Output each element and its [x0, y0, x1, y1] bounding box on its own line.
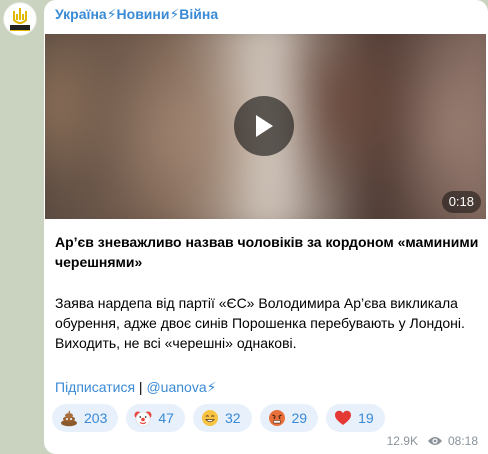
post-footer: Підписатися | @uanova⚡: [55, 377, 480, 397]
angry-face-icon: [268, 410, 285, 426]
reaction-poo[interactable]: 203: [52, 404, 119, 432]
reaction-grin[interactable]: 32: [192, 404, 252, 432]
channel-avatar[interactable]: [3, 2, 37, 36]
poo-icon: [61, 410, 77, 427]
channel-name[interactable]: Україна⚡Новини⚡Війна: [55, 6, 218, 23]
view-count: 12.9K: [386, 434, 418, 448]
reaction-count: 47: [158, 410, 174, 426]
reaction-count: 32: [224, 410, 241, 426]
channel-handle-link[interactable]: @uanova⚡: [146, 379, 216, 395]
eye-icon: [427, 437, 442, 445]
post-headline: Ар’єв зневажливо назвав чоловіків за кор…: [55, 234, 479, 270]
video-preview[interactable]: 0:18: [45, 34, 486, 219]
message-meta: 12.9K 08:18: [387, 434, 478, 448]
message-bubble: Україна⚡Новини⚡Війна 0:18 Ар’єв зневажли…: [44, 0, 488, 454]
reaction-angry[interactable]: 29: [259, 404, 319, 432]
reactions-bar: 203 47 32 29 19: [52, 404, 385, 432]
post-body: Заява нардепа від партії «ЄС» Володимира…: [55, 295, 465, 351]
play-icon: [256, 115, 273, 137]
heart-icon: [335, 410, 352, 425]
reaction-heart[interactable]: 19: [326, 404, 385, 432]
trident-logo-icon: [10, 8, 30, 31]
reaction-count: 29: [291, 410, 308, 426]
reaction-count: 19: [358, 410, 374, 426]
grin-icon: [201, 410, 218, 426]
subscribe-link[interactable]: Підписатися: [55, 379, 135, 395]
link-separator: |: [135, 379, 147, 395]
reaction-count: 203: [84, 410, 108, 426]
message-time: 08:18: [447, 434, 478, 448]
clown-icon: [134, 411, 152, 427]
video-duration: 0:18: [441, 191, 481, 213]
play-button[interactable]: [234, 96, 294, 156]
reaction-clown[interactable]: 47: [126, 404, 185, 432]
